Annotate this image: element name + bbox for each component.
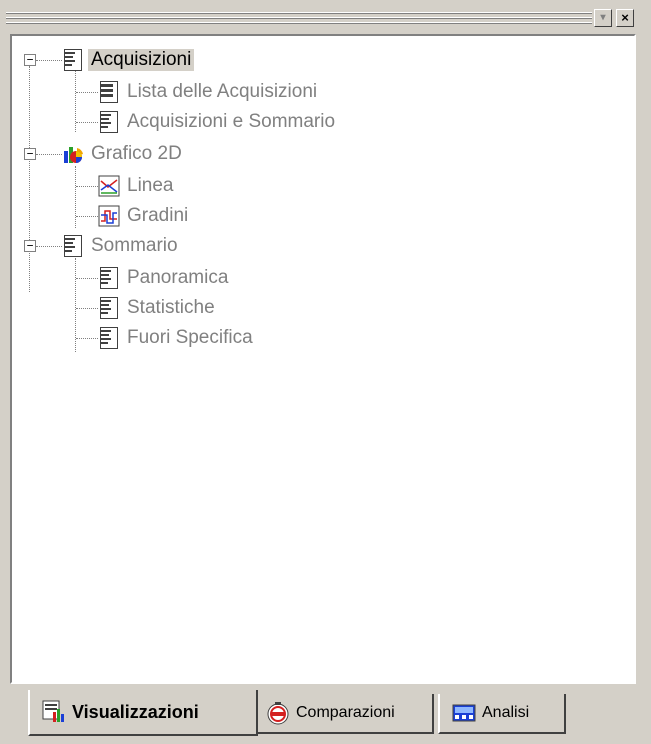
tree-item-fuori-specifica[interactable]: Fuori Specifica: [98, 324, 256, 352]
tree-connector: [76, 186, 98, 187]
tree-connector: [76, 122, 98, 123]
collapse-toggle[interactable]: −: [24, 54, 36, 66]
close-icon[interactable]: ×: [616, 9, 634, 27]
tab-visualizzazioni[interactable]: Visualizzazioni: [28, 690, 258, 736]
report-icon: [62, 235, 84, 257]
visualizations-icon: [42, 700, 66, 724]
tab-label: Visualizzazioni: [72, 701, 199, 722]
tree-item-acquisizioni-sommario[interactable]: Acquisizioni e Sommario: [98, 108, 338, 136]
report-icon: [62, 49, 84, 71]
tree-item-label: Acquisizioni: [88, 49, 195, 71]
tree-item-label: Gradini: [127, 205, 189, 226]
tree-connector: [76, 278, 98, 279]
tree-item-gradini[interactable]: Gradini: [98, 202, 191, 230]
tree-item-statistiche[interactable]: Statistiche: [98, 294, 218, 322]
report-icon: [98, 297, 120, 319]
tree-item-label: Panoramica: [127, 267, 229, 288]
tree-item-label: Lista delle Acquisizioni: [127, 81, 318, 102]
tree-connector: [36, 246, 62, 247]
collapse-toggle[interactable]: −: [24, 240, 36, 252]
tree-item-label: Linea: [127, 175, 174, 196]
chart-icon: [62, 143, 84, 165]
tab-label: Comparazioni: [296, 704, 395, 721]
tree-item-label: Acquisizioni e Sommario: [127, 111, 336, 132]
tree-item-sommario[interactable]: Sommario: [62, 232, 181, 260]
tree-panel: − − − Acquisizioni Lista delle Acquisizi…: [10, 34, 636, 684]
tree-item-linea[interactable]: Linea: [98, 172, 177, 200]
tree-item-label: Statistiche: [127, 297, 215, 318]
report-icon: [98, 111, 120, 133]
tree-connector: [76, 216, 98, 217]
tab-comparazioni[interactable]: Comparazioni: [252, 694, 434, 734]
tree-item-grafico-2d[interactable]: Grafico 2D: [62, 140, 185, 168]
tree-item-label: Grafico 2D: [91, 143, 182, 164]
tree-connector: [75, 166, 76, 228]
tree-connector: [76, 338, 98, 339]
line-chart-icon: [98, 175, 120, 197]
tab-label: Analisi: [482, 704, 530, 721]
tree-connector: [76, 92, 98, 93]
panel-titlebar: ▾ ×: [2, 6, 649, 36]
tree-item-panoramica[interactable]: Panoramica: [98, 264, 231, 292]
tab-analisi[interactable]: Analisi: [438, 694, 566, 734]
tree-view: − − − Acquisizioni Lista delle Acquisizi…: [12, 36, 634, 682]
tree-item-lista-acquisizioni[interactable]: Lista delle Acquisizioni: [98, 78, 320, 106]
dropdown-menu-icon[interactable]: ▾: [594, 9, 612, 27]
tree-item-label: Sommario: [91, 235, 178, 256]
tree-connector: [29, 66, 30, 292]
tree-connector: [36, 154, 62, 155]
tree-connector: [76, 308, 98, 309]
collapse-toggle[interactable]: −: [24, 148, 36, 160]
analysis-icon: [452, 701, 476, 725]
step-chart-icon: [98, 205, 120, 227]
report-icon: [98, 327, 120, 349]
tree-item-label: Fuori Specifica: [127, 327, 253, 348]
compare-icon: [266, 701, 290, 725]
tree-item-acquisizioni[interactable]: Acquisizioni: [62, 46, 195, 74]
tree-connector: [36, 60, 62, 61]
table-icon: [98, 81, 120, 103]
tab-strip: Visualizzazioni Comparazioni Analisi: [14, 690, 634, 738]
report-icon: [98, 267, 120, 289]
drag-grip[interactable]: [6, 12, 592, 26]
